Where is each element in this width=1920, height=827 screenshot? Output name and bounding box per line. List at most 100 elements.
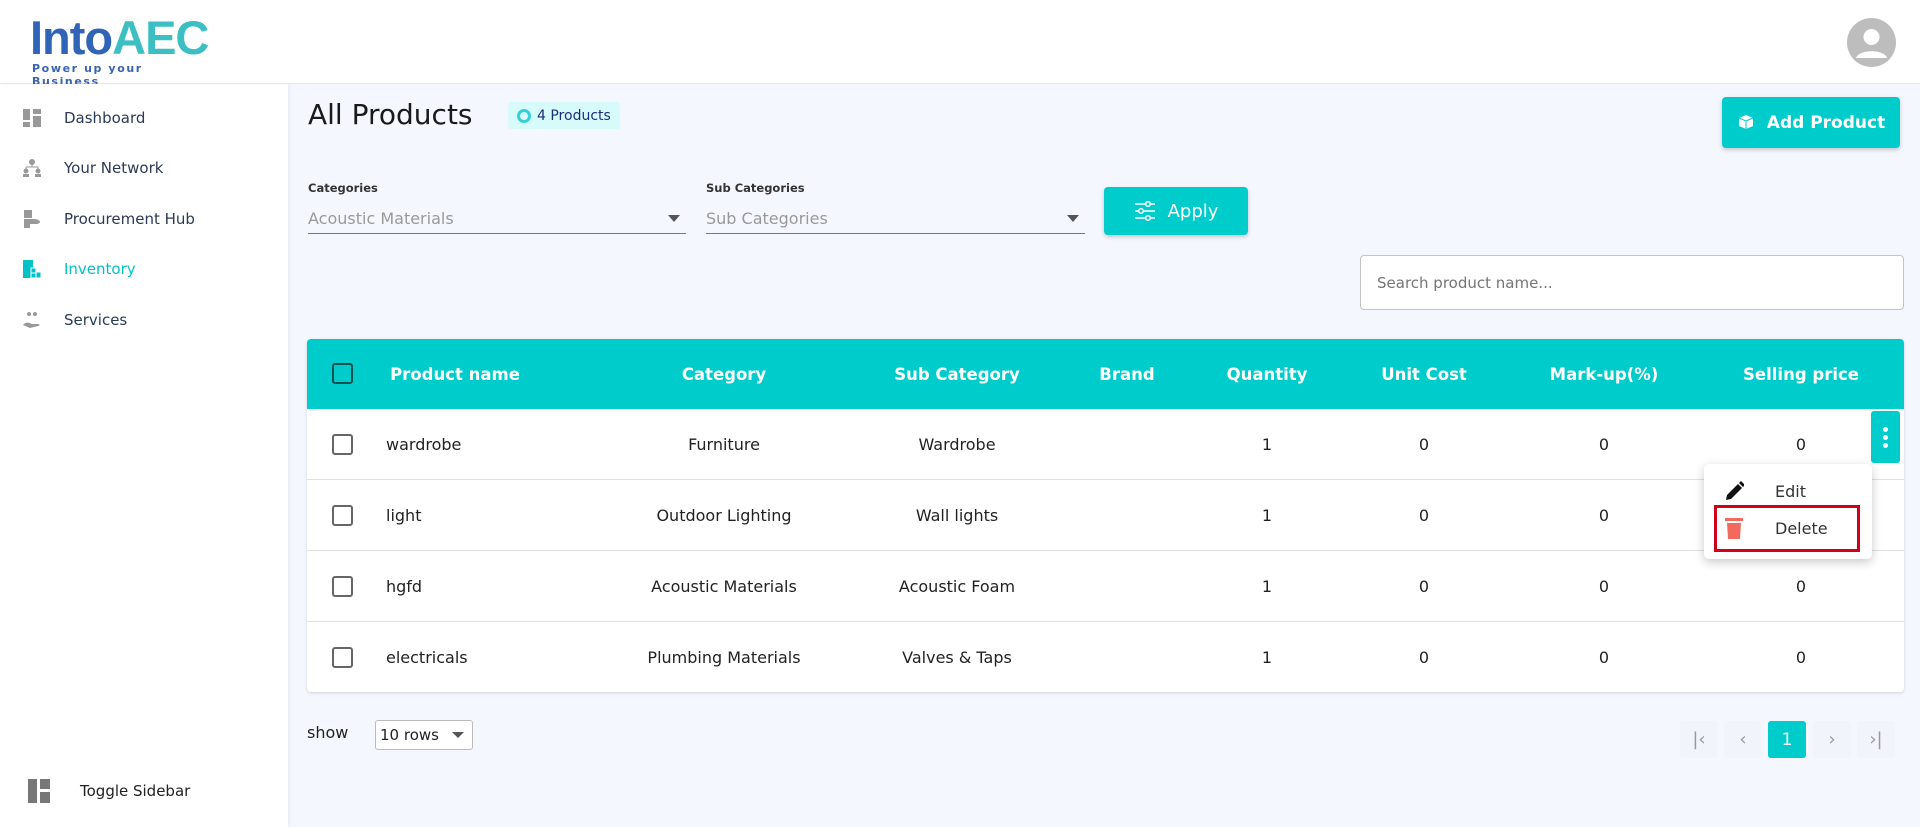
- table-cell: 0: [1598, 647, 1610, 667]
- subcategories-placeholder: Sub Categories: [706, 209, 828, 228]
- add-product-button[interactable]: Add Product: [1722, 97, 1900, 148]
- categories-select[interactable]: Acoustic Materials: [308, 204, 686, 234]
- table-cell: 0: [1418, 576, 1430, 596]
- table-cell: Valves & Taps: [902, 647, 1012, 667]
- prev-page-button[interactable]: ‹: [1724, 721, 1762, 758]
- logo-text-accent: AEC: [112, 11, 209, 64]
- sidebar-item-dashboard[interactable]: Dashboard: [22, 103, 145, 133]
- caret-down-icon: [668, 215, 680, 222]
- products-table: Product name Category Sub Category Brand…: [307, 339, 1904, 692]
- page-title: All Products: [308, 98, 473, 131]
- top-header: IntoAEC Power up your Business: [0, 0, 1920, 88]
- sidebar-item-inventory[interactable]: Inventory: [22, 254, 136, 284]
- product-count-badge: 4 Products: [508, 102, 620, 129]
- sidebar-item-procurement-hub[interactable]: Procurement Hub: [22, 204, 195, 234]
- apply-button[interactable]: Apply: [1104, 187, 1248, 235]
- network-icon: [23, 159, 41, 177]
- sidebar-item-label: Procurement Hub: [64, 210, 195, 228]
- table-row: wardrobe Furniture Wardrobe 1 0 0 0: [307, 409, 1904, 480]
- row-checkbox[interactable]: [332, 647, 353, 668]
- table-cell: 1: [1261, 576, 1273, 596]
- row-checkbox[interactable]: [332, 505, 353, 526]
- apply-label: Apply: [1167, 200, 1219, 222]
- sidebar: Dashboard Your Network Procurement Hub I…: [0, 84, 288, 827]
- toggle-sidebar-label: Toggle Sidebar: [80, 782, 191, 800]
- column-header[interactable]: Category: [682, 339, 766, 409]
- column-header[interactable]: Unit Cost: [1381, 339, 1467, 409]
- table-row: hgfd Acoustic Materials Acoustic Foam 1 0 0 0: [307, 551, 1904, 622]
- table-header: Product name Category Sub Category Brand…: [307, 339, 1904, 409]
- pencil-icon: [1726, 481, 1744, 500]
- rows-value: 10 rows: [380, 726, 439, 744]
- cell-product-name: light: [386, 505, 422, 525]
- column-header[interactable]: Sub Category: [894, 339, 1020, 409]
- table-cell: 0: [1795, 576, 1807, 596]
- logo-text: Into: [30, 11, 113, 64]
- categories-label: Categories: [308, 181, 378, 195]
- dashboard-icon: [23, 109, 41, 127]
- sidebar-item-services[interactable]: Services: [22, 305, 127, 335]
- table-cell: 1: [1261, 647, 1273, 667]
- column-header[interactable]: Mark-up(%): [1550, 339, 1659, 409]
- add-product-label: Add Product: [1766, 112, 1886, 133]
- table-row: lightOutdoor LightingWall lights1000: [307, 480, 1904, 551]
- sidebar-layout-icon: [28, 779, 50, 803]
- table-cell: Wall lights: [915, 505, 999, 525]
- subcategories-select[interactable]: Sub Categories: [706, 204, 1085, 234]
- edit-label: Edit: [1775, 481, 1806, 501]
- search-input[interactable]: [1360, 255, 1904, 310]
- show-label: show: [307, 723, 349, 742]
- boxes-icon: [1738, 114, 1753, 129]
- column-header[interactable]: Product name: [390, 339, 520, 409]
- table-cell: Acoustic Foam: [898, 576, 1016, 596]
- logo[interactable]: IntoAEC Power up your Business: [30, 10, 215, 88]
- table-cell: Outdoor Lighting: [656, 505, 792, 525]
- last-page-button[interactable]: ›|: [1857, 721, 1895, 758]
- rows-per-page-select[interactable]: 10 rows: [375, 720, 473, 750]
- caret-down-icon: [452, 732, 464, 738]
- subcategories-label: Sub Categories: [706, 181, 805, 195]
- sidebar-item-your-network[interactable]: Your Network: [22, 153, 163, 183]
- cell-product-name: wardrobe: [386, 434, 462, 454]
- procurement-icon: [24, 210, 40, 228]
- first-page-button[interactable]: |‹: [1680, 721, 1718, 758]
- sidebar-item-label: Inventory: [64, 260, 136, 278]
- sidebar-item-label: Services: [64, 311, 128, 329]
- table-cell: 0: [1598, 505, 1610, 525]
- table-cell: Furniture: [688, 434, 760, 454]
- row-actions-menu: Edit Delete: [1704, 464, 1872, 559]
- table-cell: 0: [1418, 505, 1430, 525]
- cell-product-name: hgfd: [386, 576, 423, 596]
- row-actions-button[interactable]: [1871, 411, 1900, 463]
- ring-icon: [517, 108, 531, 123]
- table-cell: Wardrobe: [918, 434, 996, 454]
- sidebar-item-label: Dashboard: [64, 109, 146, 127]
- badge-text: 4 Products: [537, 107, 611, 124]
- table-cell: 0: [1418, 647, 1430, 667]
- table-cell: 1: [1261, 434, 1273, 454]
- row-checkbox[interactable]: [332, 434, 353, 455]
- table-cell: 0: [1598, 576, 1610, 596]
- column-header[interactable]: Quantity: [1227, 339, 1308, 409]
- table-cell: 0: [1418, 434, 1430, 454]
- table-cell: Acoustic Materials: [651, 576, 797, 596]
- select-all-checkbox[interactable]: [332, 363, 353, 384]
- column-header[interactable]: Selling price: [1743, 339, 1859, 409]
- table-cell: 1: [1261, 505, 1273, 525]
- next-page-button[interactable]: ›: [1813, 721, 1851, 758]
- services-icon: [23, 312, 40, 328]
- highlight-box: [1714, 505, 1860, 552]
- table-row: electricals Plumbing Materials Valves & Ta…: [307, 622, 1904, 692]
- table-cell: 0: [1598, 434, 1610, 454]
- sliders-icon: [1134, 201, 1155, 221]
- sidebar-item-label: Your Network: [64, 159, 164, 177]
- page-1-button[interactable]: 1: [1768, 721, 1806, 758]
- caret-down-icon: [1067, 215, 1079, 222]
- column-header[interactable]: Brand: [1099, 339, 1154, 409]
- toggle-sidebar-button[interactable]: Toggle Sidebar: [28, 779, 190, 803]
- table-cell: 0: [1795, 647, 1807, 667]
- cell-product-name: electricals: [386, 647, 468, 667]
- user-avatar-icon[interactable]: [1847, 18, 1896, 67]
- categories-value: Acoustic Materials: [308, 209, 454, 228]
- row-checkbox[interactable]: [332, 576, 353, 597]
